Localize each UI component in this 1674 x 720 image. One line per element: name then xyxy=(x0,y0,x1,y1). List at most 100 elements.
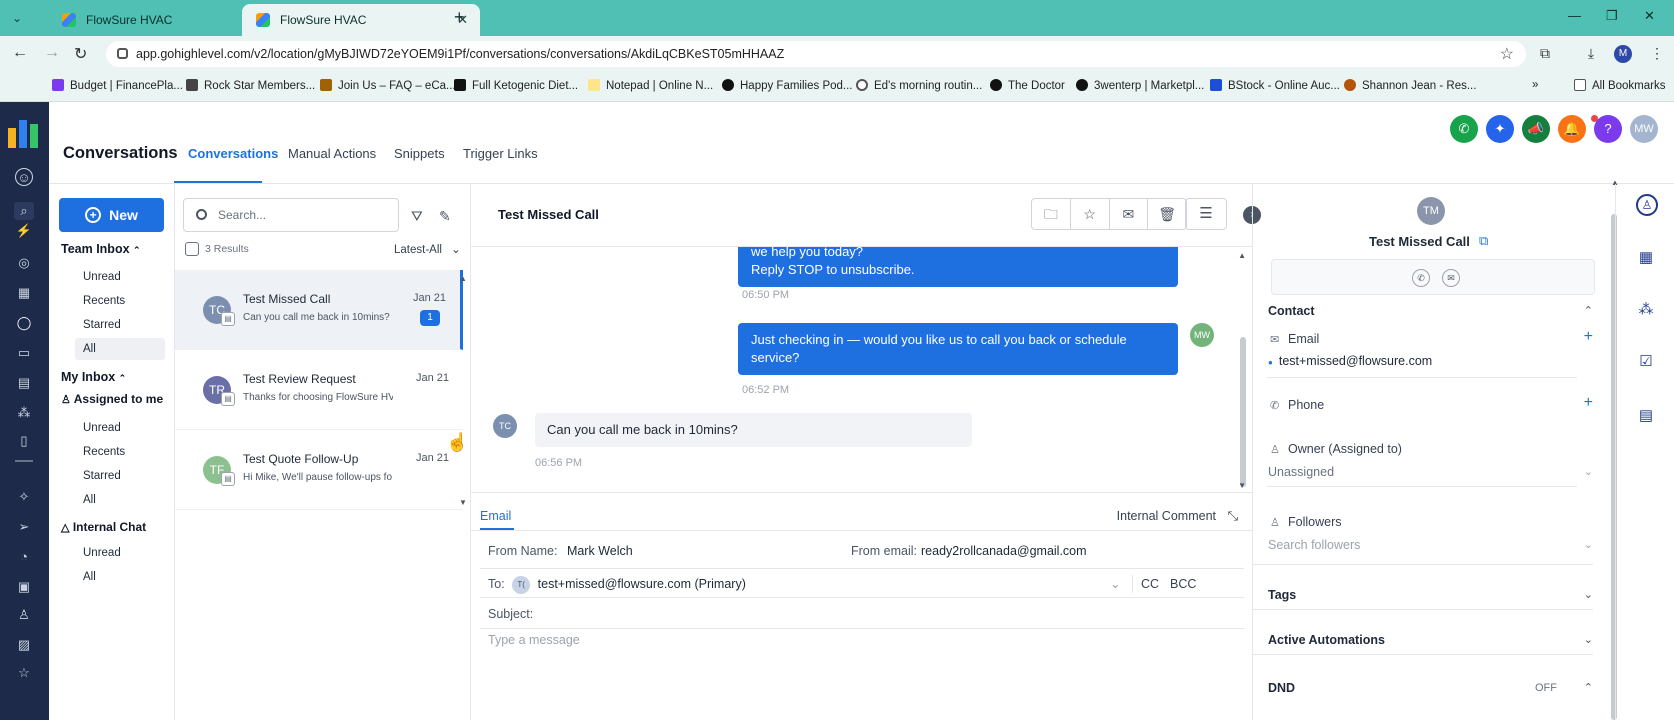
bookmark-item[interactable]: 3wenterp | Marketpl... xyxy=(1076,79,1204,92)
bookmark-item[interactable]: Happy Families Pod... xyxy=(722,79,853,92)
message-area[interactable]: we help you today? Reply STOP to unsubsc… xyxy=(471,246,1252,493)
filter-icon[interactable]: ⛛ xyxy=(411,208,423,225)
dashboard-icon[interactable]: ▦ xyxy=(14,284,34,302)
notifications-bell-icon[interactable]: 🔔 xyxy=(1558,115,1586,143)
bookmark-item[interactable]: BStock - Online Auc... xyxy=(1210,79,1340,92)
conversation-item[interactable]: TF ▤ Test Quote Follow-Up Hi Mike, We'll … xyxy=(175,430,463,510)
more-bookmarks-icon[interactable]: » xyxy=(1532,79,1538,91)
appointments-icon[interactable]: ▦ xyxy=(1636,248,1656,268)
list-scroll-up-icon[interactable]: ▲ xyxy=(459,274,467,283)
contact-section-header[interactable]: Contact xyxy=(1268,304,1315,318)
download-icon[interactable]: ⤓ xyxy=(1582,45,1600,63)
new-conversation-button[interactable]: + New xyxy=(59,198,164,232)
profile-avatar[interactable]: M xyxy=(1614,45,1632,63)
account-switcher-icon[interactable]: ☺ xyxy=(15,168,33,186)
email-icon[interactable]: ✉ xyxy=(1442,269,1460,287)
followers-search[interactable]: Search followers xyxy=(1268,538,1360,552)
chevron-down-icon[interactable]: ⌄ xyxy=(1584,465,1593,478)
calendar-icon[interactable]: ▭ xyxy=(14,344,34,362)
tab-manual-actions[interactable]: Manual Actions xyxy=(288,146,376,161)
email-value[interactable]: ● test+missed@flowsure.com xyxy=(1268,354,1432,368)
tab-snippets[interactable]: Snippets xyxy=(394,146,445,161)
forward-icon[interactable]: → xyxy=(44,44,60,62)
bookmark-item[interactable]: Rock Star Members... xyxy=(186,79,315,92)
star-icon[interactable]: ☆ xyxy=(1071,199,1110,229)
my-unread[interactable]: Unread xyxy=(83,422,121,434)
team-starred[interactable]: Starred xyxy=(83,319,121,331)
list-scroll-down-icon[interactable]: ▼ xyxy=(459,498,467,507)
contacts-icon[interactable]: ▤ xyxy=(14,374,34,392)
tab-search-icon[interactable]: ⌄ xyxy=(8,9,26,27)
url-field[interactable]: app.gohighlevel.com/v2/location/gMyBJIWD… xyxy=(106,41,1526,67)
close-window-icon[interactable]: ✕ xyxy=(1644,8,1655,24)
folder-icon[interactable]: 🗀 xyxy=(1032,199,1071,229)
announcements-icon[interactable]: 📣 xyxy=(1522,115,1550,143)
tasks-icon[interactable]: ☑ xyxy=(1636,352,1656,372)
compose-icon[interactable]: ✎ xyxy=(439,208,451,225)
tags-section[interactable]: Tags xyxy=(1268,588,1296,602)
my-inbox-header[interactable]: My Inbox ⌃ xyxy=(61,370,126,384)
chevron-up-icon[interactable]: ⌃ xyxy=(1584,304,1593,317)
my-recents[interactable]: Recents xyxy=(83,446,125,458)
delete-icon[interactable]: 🗑 xyxy=(1148,199,1186,229)
conversations-icon[interactable]: ◯ xyxy=(14,314,34,332)
internal-comment-tab[interactable]: Internal Comment xyxy=(1117,509,1216,523)
new-tab-icon[interactable]: + xyxy=(454,7,465,28)
thread-scrollbar[interactable] xyxy=(1240,337,1246,487)
thread-scroll-down-icon[interactable]: ▼ xyxy=(1238,481,1246,490)
all-bookmarks[interactable]: All Bookmarks xyxy=(1574,79,1666,92)
quick-action-icon[interactable]: ⚡ xyxy=(14,222,34,240)
subject-row[interactable]: Subject: xyxy=(480,599,1244,629)
tab-trigger-links[interactable]: Trigger Links xyxy=(463,146,538,161)
marketing-icon[interactable]: ➢ xyxy=(14,518,34,536)
filter-messages-icon[interactable]: ☰ xyxy=(1185,198,1227,230)
select-all-checkbox[interactable] xyxy=(185,242,199,256)
my-all[interactable]: All xyxy=(83,494,96,506)
reload-icon[interactable]: ↻ xyxy=(74,44,87,64)
launchpad-icon[interactable]: ◎ xyxy=(14,254,34,272)
restore-icon[interactable]: ❐ xyxy=(1606,8,1618,24)
memberships-icon[interactable]: ♙ xyxy=(14,606,34,624)
email-tab[interactable]: Email xyxy=(480,509,511,523)
chevron-down-icon[interactable]: ⌄ xyxy=(1584,588,1593,601)
team-unread[interactable]: Unread xyxy=(83,271,121,283)
bookmark-star-icon[interactable]: ☆ xyxy=(1500,44,1514,64)
my-starred[interactable]: Starred xyxy=(83,470,121,482)
tab-conversations[interactable]: Conversations xyxy=(188,146,278,161)
open-contact-icon[interactable]: ⧉ xyxy=(1479,233,1488,249)
notes-icon[interactable]: ▤ xyxy=(1636,406,1656,426)
search-input[interactable]: Search... xyxy=(183,198,399,232)
user-avatar[interactable]: MW xyxy=(1630,115,1658,143)
back-icon[interactable]: ← xyxy=(12,44,28,62)
call-icon[interactable]: ✆ xyxy=(1412,269,1430,287)
reputation-icon[interactable]: ☆ xyxy=(14,664,34,682)
opportunities-icon[interactable]: ⁂ xyxy=(1636,300,1656,320)
chevron-down-icon[interactable]: ⌄ xyxy=(1584,538,1593,551)
internal-chat-header[interactable]: △ Internal Chat xyxy=(61,520,146,534)
add-phone-icon[interactable]: + xyxy=(1584,394,1593,412)
bookmark-item[interactable]: Budget | FinancePla... xyxy=(52,79,183,92)
bookmark-item[interactable]: Shannon Jean - Res... xyxy=(1344,79,1476,92)
bookmark-item[interactable]: Notepad | Online N... xyxy=(588,79,713,92)
automation-icon[interactable]: ◔ xyxy=(14,548,34,566)
bookmark-item[interactable]: Ed's morning routin... xyxy=(856,79,982,92)
message-input[interactable]: Type a message xyxy=(488,633,580,647)
chevron-down-icon[interactable]: ⌄ xyxy=(1110,569,1120,599)
owner-select[interactable]: Unassigned xyxy=(1268,465,1334,479)
collapse-composer-icon[interactable]: ⤡ xyxy=(1228,508,1238,524)
search-icon[interactable]: ⌕ xyxy=(14,202,34,220)
contact-profile-icon[interactable]: ♙ xyxy=(1636,194,1658,216)
bookmark-item[interactable]: The Doctor xyxy=(990,79,1065,92)
browser-tab-active[interactable]: FlowSure HVAC ✕ xyxy=(242,4,480,36)
team-inbox-header[interactable]: Team Inbox ⌃ xyxy=(61,242,141,256)
ai-agents-icon[interactable]: ✧ xyxy=(14,488,34,506)
extensions-icon[interactable]: ⧉ xyxy=(1536,45,1554,63)
chevron-down-icon[interactable]: ⌄ xyxy=(1584,633,1593,646)
mark-unread-icon[interactable]: ✉ xyxy=(1110,199,1149,229)
media-icon[interactable]: ▨ xyxy=(14,636,34,654)
opportunities-icon[interactable]: ⁂ xyxy=(14,404,34,422)
dnd-section[interactable]: DND xyxy=(1268,681,1295,695)
thread-scroll-up-icon[interactable]: ▲ xyxy=(1238,251,1246,260)
menu-icon[interactable]: ⋮ xyxy=(1648,45,1666,63)
minimize-icon[interactable]: — xyxy=(1568,8,1581,23)
